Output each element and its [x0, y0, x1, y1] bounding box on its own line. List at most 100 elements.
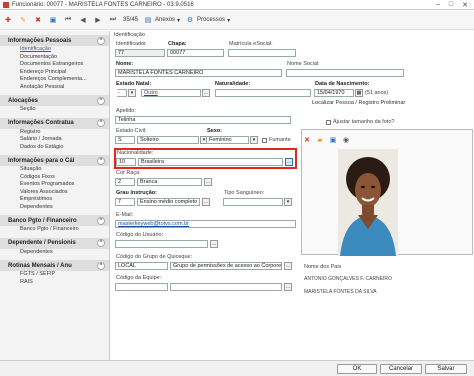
- codigo-equipe-lookup-button[interactable]: …: [284, 283, 292, 291]
- sidebar-item-fgts-sefip[interactable]: FGTS / SEFIP: [0, 271, 109, 279]
- sidebar-section-header[interactable]: Informações para o Cál ⌃: [0, 155, 109, 166]
- sidebar-section-header[interactable]: Informações Pessoais ⌃: [0, 35, 109, 46]
- estado-natal-dropdown[interactable]: ▾: [128, 89, 136, 97]
- fumante-checkbox[interactable]: [262, 138, 267, 143]
- sidebar-item-dependentes[interactable]: Dependentes: [0, 249, 109, 257]
- sidebar-section-header[interactable]: Alocações ⌃: [0, 95, 109, 106]
- tipo-sanguineo-field[interactable]: [223, 198, 283, 206]
- cor-raca-field[interactable]: Branca: [137, 178, 202, 186]
- new-record-icon[interactable]: ✚: [3, 15, 13, 25]
- nascimento-field[interactable]: 15/04/1970: [314, 89, 354, 97]
- sidebar-section-header[interactable]: Informações Contratua ⌃: [0, 117, 109, 129]
- nacionalidade-code-field[interactable]: 10: [116, 158, 136, 166]
- collapse-icon[interactable]: ⌃: [97, 36, 105, 45]
- collapse-icon[interactable]: ⌃: [97, 119, 105, 127]
- minimize-button[interactable]: –: [436, 1, 440, 9]
- calendar-icon[interactable]: ▦: [355, 89, 363, 97]
- localizar-pessoa-link[interactable]: Localizar Pessoa / Registro Preliminar: [312, 100, 405, 106]
- edit-icon[interactable]: ✎: [18, 15, 28, 25]
- sidebar-item-secao[interactable]: Seção: [0, 106, 109, 114]
- sidebar-item-identificacao[interactable]: Identificação: [0, 46, 109, 54]
- sidebar-item-anotacao-pessoal[interactable]: Anotação Pessoal: [0, 84, 109, 92]
- grau-code-field[interactable]: 7: [115, 198, 135, 206]
- next-record-icon[interactable]: ▶: [93, 15, 103, 25]
- codigo-equipe-field[interactable]: [170, 283, 282, 291]
- close-button[interactable]: ✕: [462, 1, 468, 9]
- collapse-icon[interactable]: ⌃: [97, 261, 105, 270]
- previous-record-icon[interactable]: ◀: [78, 15, 88, 25]
- sexo-dropdown[interactable]: ▾: [250, 136, 258, 144]
- collapse-icon[interactable]: ⌃: [97, 216, 105, 225]
- estado-civil-field[interactable]: Solteiro: [137, 136, 199, 144]
- last-record-icon[interactable]: ⏭: [108, 15, 118, 25]
- sidebar-item-documentacao[interactable]: Documentação: [0, 54, 109, 62]
- matricula-field[interactable]: [228, 49, 296, 57]
- sidebar-item-codigos-fixos[interactable]: Códigos Fixos: [0, 174, 109, 182]
- sidebar-item-salario-jornada[interactable]: Salário / Jornada: [0, 136, 109, 144]
- sidebar-item-rais[interactable]: RAIS: [0, 279, 109, 287]
- collapse-icon[interactable]: ⌃: [97, 239, 105, 247]
- sidebar-item-situacao[interactable]: Situação: [0, 166, 109, 174]
- nome-social-field[interactable]: [286, 69, 404, 77]
- sidebar-item-valores-associados[interactable]: Valores Associados: [0, 189, 109, 197]
- sidebar-item-dados-estagio[interactable]: Dados do Estágio: [0, 144, 109, 152]
- nome-field[interactable]: MARISTELA FONTES CARNEIRO: [115, 69, 282, 77]
- cancel-button[interactable]: Cancelar: [380, 364, 422, 374]
- matricula-label: Matrícula eSocial:: [229, 41, 273, 47]
- estado-civil-code-field[interactable]: S: [115, 136, 135, 144]
- pai-name: ANTONIO GONÇALVES F. CARNEIRO: [304, 276, 392, 282]
- save-button[interactable]: Salvar: [425, 364, 467, 374]
- grupo-quiosque-field[interactable]: Grupo de permissões de acesso ao Corpore…: [170, 262, 282, 270]
- camera-icon[interactable]: ◉: [341, 135, 351, 145]
- naturalidade-link[interactable]: Outro: [144, 90, 158, 96]
- nacionalidade-lookup-button[interactable]: …: [285, 158, 293, 166]
- remove-photo-icon[interactable]: ✕: [302, 135, 312, 145]
- naturalidade-field[interactable]: Outro: [141, 89, 201, 97]
- first-record-icon[interactable]: ⏮: [63, 15, 73, 25]
- save-photo-icon[interactable]: ▣: [328, 135, 338, 145]
- email-field[interactable]: masterkeyweb@totvs.com.br: [115, 220, 296, 228]
- codigo-usuario-lookup-button[interactable]: …: [210, 240, 218, 248]
- chapa-field[interactable]: 00077: [167, 49, 224, 57]
- ajustar-foto-checkbox[interactable]: [326, 120, 331, 125]
- collapse-icon[interactable]: ⌃: [97, 156, 105, 165]
- delete-icon[interactable]: ✖: [33, 15, 43, 25]
- annexes-menu[interactable]: ▤ Anexos ▾: [143, 15, 180, 25]
- sexo-field[interactable]: Feminino: [206, 136, 249, 144]
- sidebar-item-documentos-estrangeiros[interactable]: Documentos Estrangeiros: [0, 61, 109, 69]
- cor-raca-code-field[interactable]: 2: [115, 178, 135, 186]
- nacionalidade-field[interactable]: Brasileira: [138, 158, 283, 166]
- collapse-icon[interactable]: ⌃: [97, 96, 105, 105]
- sidebar-item-banco-pgto[interactable]: Banco Pgto / Financeiro: [0, 226, 109, 234]
- maximize-button[interactable]: □: [449, 1, 453, 9]
- section-title: Banco Pgto / Financeiro: [8, 217, 77, 224]
- save-icon[interactable]: ▣: [48, 15, 58, 25]
- cor-raca-lookup-button[interactable]: …: [204, 178, 212, 186]
- grupo-quiosque-code-field[interactable]: LOCAL: [115, 262, 168, 270]
- grau-lookup-button[interactable]: …: [202, 198, 210, 206]
- tipo-sanguineo-dropdown[interactable]: ▾: [284, 198, 292, 206]
- sidebar-section-header[interactable]: Rotinas Mensais / Anu ⌃: [0, 260, 109, 271]
- sidebar-item-emprestimos[interactable]: Empréstimos: [0, 196, 109, 204]
- grau-field[interactable]: Ensino médio completo: [137, 198, 200, 206]
- grupo-quiosque-lookup-button[interactable]: …: [284, 262, 292, 270]
- email-link[interactable]: masterkeyweb@totvs.com.br: [118, 221, 189, 227]
- sidebar-item-endereco-principal[interactable]: Endereço Principal: [0, 69, 109, 77]
- sidebar-item-registro[interactable]: Registro: [0, 129, 109, 137]
- open-folder-icon[interactable]: ▰: [315, 135, 325, 145]
- identificador-field[interactable]: 77: [115, 49, 165, 57]
- sidebar: Informações Pessoais ⌃ Identificação Docu…: [0, 31, 110, 376]
- naturalidade-desc-field[interactable]: [215, 89, 311, 97]
- codigo-usuario-field[interactable]: [115, 240, 208, 248]
- naturalidade-lookup-button[interactable]: …: [202, 89, 210, 97]
- sidebar-item-eventos-programados[interactable]: Eventos Programados: [0, 181, 109, 189]
- ok-button[interactable]: OK: [337, 364, 377, 374]
- sidebar-section-header[interactable]: Dependente / Pensionis ⌃: [0, 237, 109, 249]
- processes-menu[interactable]: ⚙ Processos ▾: [185, 15, 230, 25]
- codigo-equipe-code-field[interactable]: [115, 283, 168, 291]
- nascimento-label: Data de Nascimento:: [315, 81, 370, 87]
- sidebar-item-enderecos-complementares[interactable]: Endereços Complementa...: [0, 76, 109, 84]
- sidebar-item-dependentes-calc[interactable]: Dependentes: [0, 204, 109, 212]
- apelido-field[interactable]: Telinha: [115, 116, 291, 124]
- sidebar-section-header[interactable]: Banco Pgto / Financeiro ⌃: [0, 215, 109, 226]
